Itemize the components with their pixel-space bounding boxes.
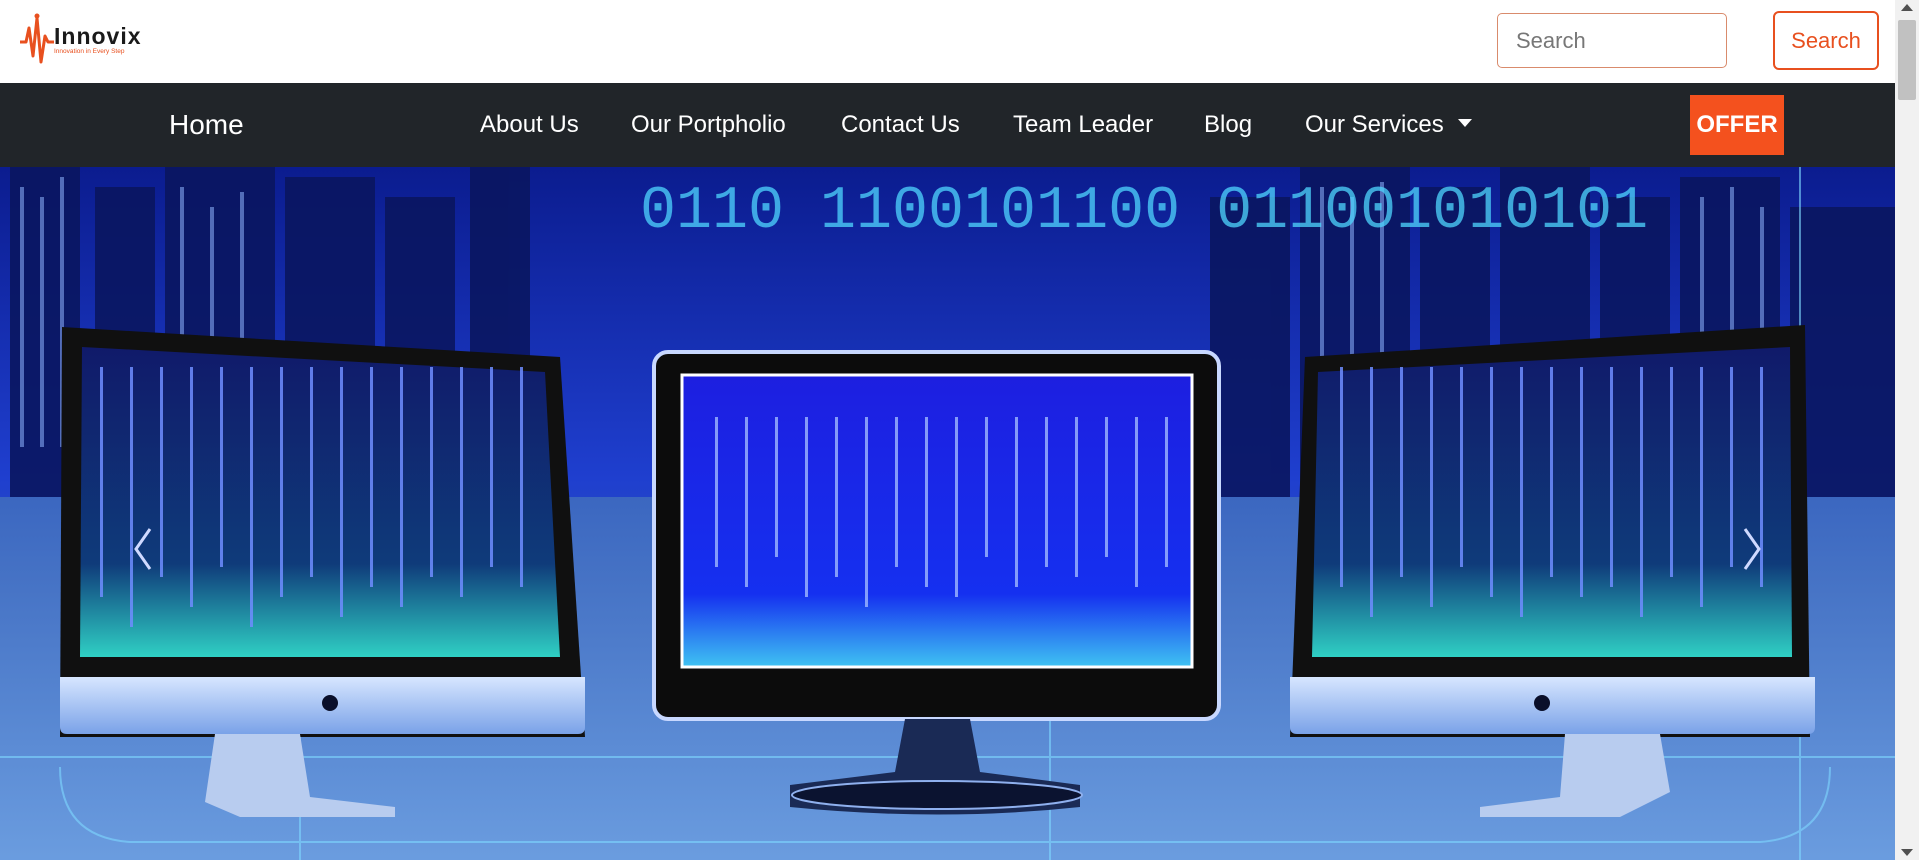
carousel-next-button[interactable] — [1715, 512, 1795, 592]
nav-team-leader[interactable]: Team Leader — [1013, 111, 1153, 139]
carousel-prev-button[interactable] — [100, 512, 180, 592]
main-navbar: Home About Us Our Portpholio Contact Us … — [0, 83, 1895, 167]
nav-blog[interactable]: Blog — [1204, 111, 1252, 139]
top-header: Innovix Innovation in Every Step Search — [0, 0, 1895, 83]
binary-overlay-text: 0110 1100101100 011001010101 — [640, 178, 1648, 246]
pulse-logo-icon — [20, 13, 54, 64]
scroll-down-arrow-icon[interactable] — [1901, 849, 1913, 856]
nav-contact-us[interactable]: Contact Us — [841, 111, 960, 139]
scroll-up-arrow-icon[interactable] — [1901, 4, 1913, 11]
nav-our-services-label: Our Services — [1305, 111, 1444, 138]
search-input[interactable] — [1497, 13, 1727, 68]
nav-about-us[interactable]: About Us — [480, 111, 579, 139]
offer-button[interactable]: OFFER — [1690, 95, 1784, 155]
brand-logo[interactable]: Innovix Innovation in Every Step — [18, 10, 168, 72]
page-scrollbar[interactable] — [1895, 0, 1919, 860]
nav-our-portfolio[interactable]: Our Portpholio — [631, 111, 786, 139]
scroll-thumb[interactable] — [1898, 20, 1916, 100]
nav-home-link[interactable]: Home — [169, 109, 244, 141]
caret-down-icon — [1457, 118, 1472, 127]
search-button[interactable]: Search — [1773, 11, 1879, 70]
brand-name: Innovix — [54, 23, 142, 49]
nav-our-services-dropdown[interactable]: Our Services — [1305, 111, 1472, 139]
hero-illustration: 0110 1100101100 011001010101 — [0, 167, 1895, 860]
brand-tagline: Innovation in Every Step — [54, 48, 125, 55]
hero-carousel: 0110 1100101100 011001010101 — [0, 167, 1895, 860]
